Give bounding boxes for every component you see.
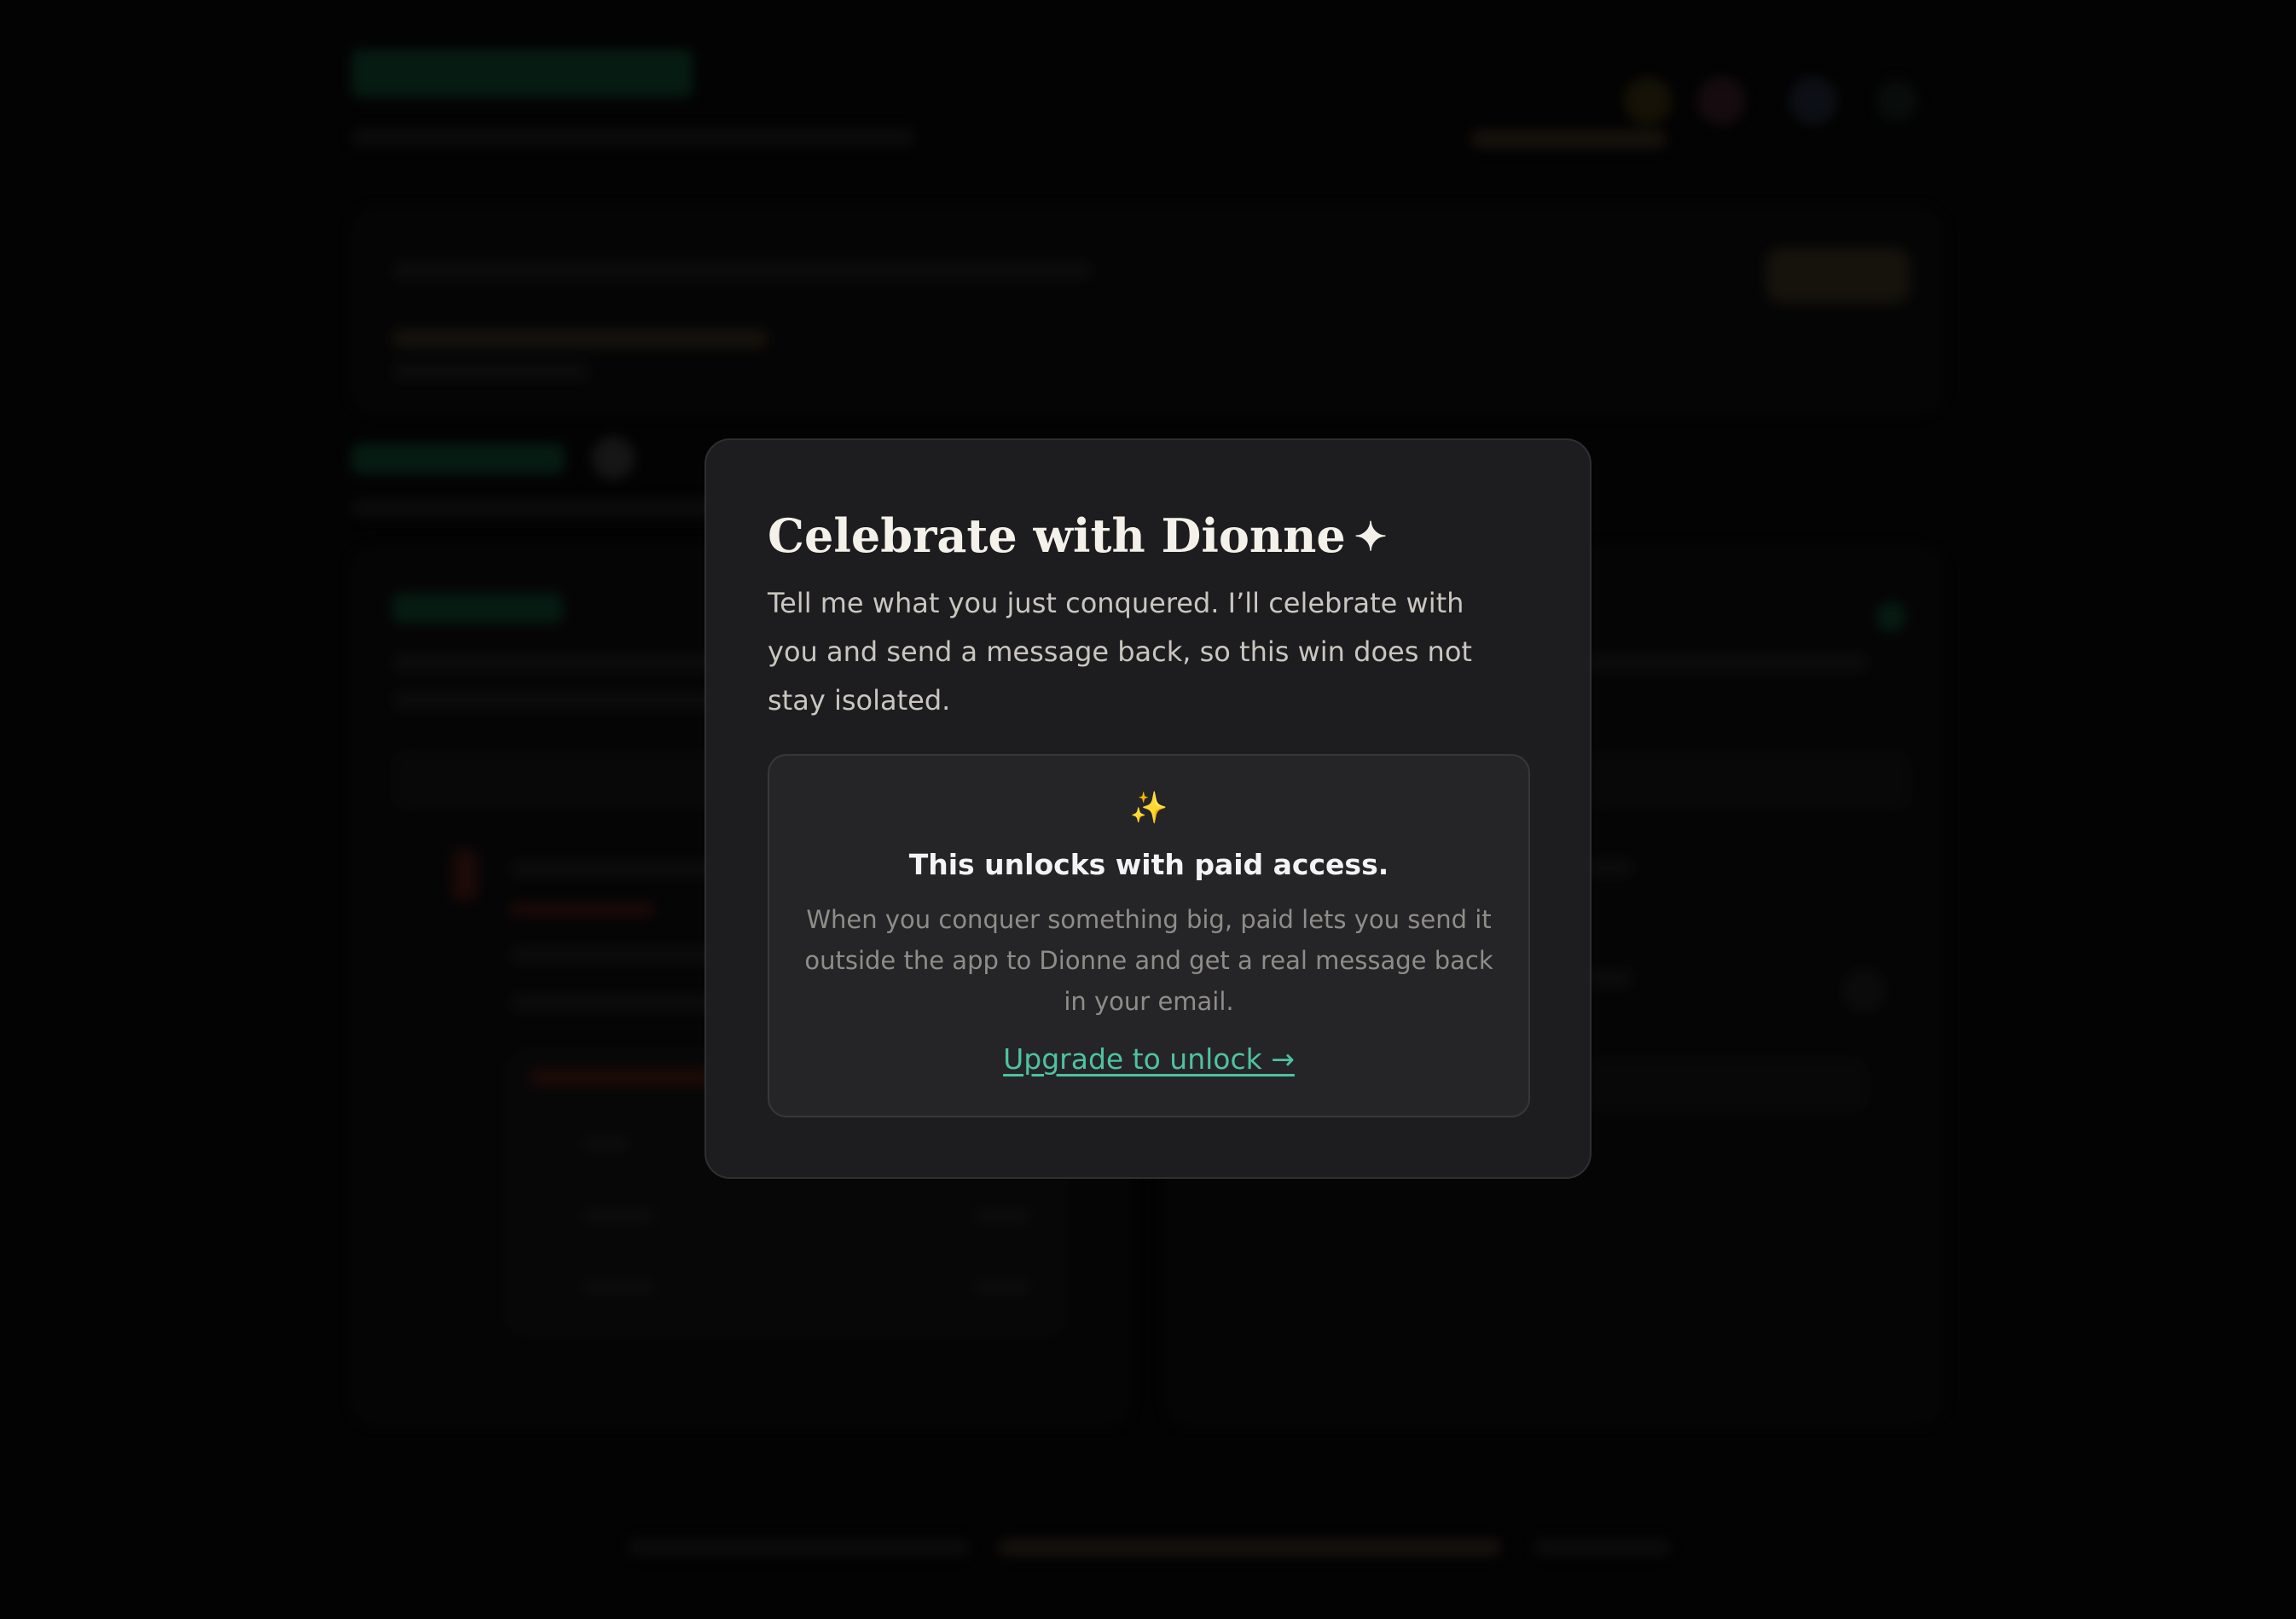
modal-title-text: Celebrate with Dionne: [768, 508, 1346, 563]
celebrate-modal: Celebrate with Dionne ✦ Tell me what you …: [704, 438, 1592, 1179]
paid-access-card: ✨ This unlocks with paid access. When yo…: [768, 754, 1530, 1117]
paid-access-body: When you conquer something big, paid let…: [804, 905, 1493, 1016]
modal-title: Celebrate with Dionne ✦: [768, 505, 1528, 567]
sparkle-icon: ✦: [1354, 514, 1388, 560]
modal-description: Tell me what you just conquered. I’ll ce…: [768, 587, 1472, 717]
upgrade-to-unlock-link[interactable]: Upgrade to unlock →: [1003, 1041, 1295, 1078]
paid-access-heading: This unlocks with paid access.: [908, 848, 1389, 881]
sparkles-emoji-icon: ✨: [1129, 791, 1168, 826]
